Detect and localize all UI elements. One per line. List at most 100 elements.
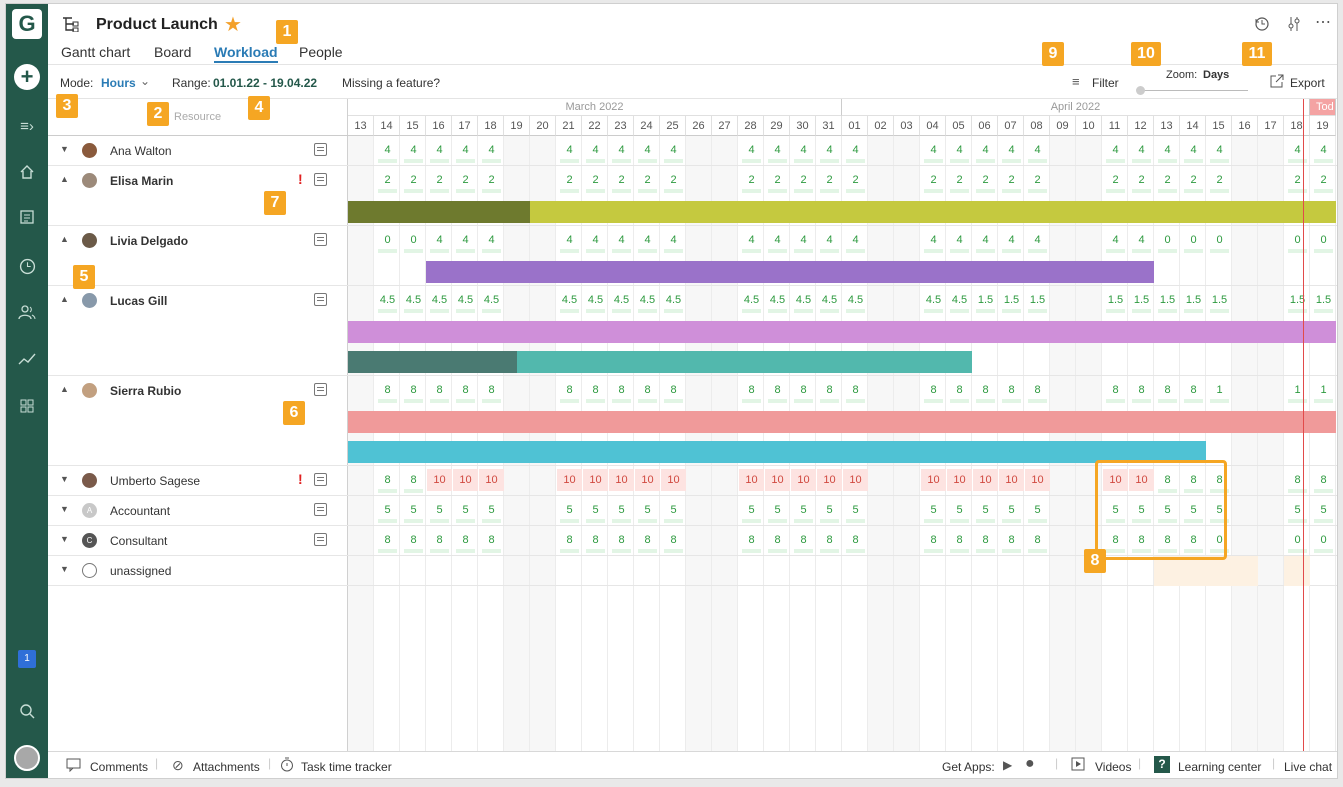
workload-cell[interactable]: 5	[765, 499, 790, 523]
workload-cell[interactable]: 2	[947, 169, 972, 193]
google-play-icon[interactable]: ▶	[1003, 758, 1012, 772]
workload-cell[interactable]: 8	[375, 469, 400, 493]
calendar-icon[interactable]	[314, 233, 327, 246]
workload-cell[interactable]: 5	[583, 499, 608, 523]
workload-cell[interactable]: 8	[921, 379, 946, 403]
workload-cell[interactable]: 8	[765, 529, 790, 553]
workload-cell[interactable]: 4	[739, 139, 764, 163]
task-bar[interactable]	[348, 351, 517, 373]
workload-cell[interactable]: 4	[973, 139, 998, 163]
workload-cell[interactable]: 5	[427, 499, 452, 523]
calendar-icon[interactable]	[314, 473, 327, 486]
expand-menu-icon[interactable]: ≡›	[6, 116, 48, 136]
workload-cell[interactable]: 4	[401, 139, 426, 163]
resource-row[interactable]: ▼ Ana Walton	[48, 136, 348, 166]
workload-cell[interactable]: 4	[817, 229, 842, 253]
videos-button[interactable]: Videos	[1095, 760, 1131, 774]
workload-cell[interactable]: 4	[947, 139, 972, 163]
more-options-icon[interactable]: ⋯	[1315, 12, 1331, 32]
workload-cell[interactable]: 4	[661, 139, 686, 163]
workload-cell[interactable]: 4	[479, 139, 504, 163]
workload-cell[interactable]: 4	[765, 229, 790, 253]
workload-cell[interactable]: 1.5	[1129, 289, 1154, 313]
workload-cell[interactable]: 8	[635, 379, 660, 403]
workload-cell[interactable]: 4.5	[609, 289, 634, 313]
workload-cell[interactable]: 8	[791, 529, 816, 553]
calendar-icon[interactable]	[314, 293, 327, 306]
workload-cell[interactable]: 4.5	[427, 289, 452, 313]
workload-cell[interactable]: 8	[739, 379, 764, 403]
workload-cell[interactable]: 4.5	[375, 289, 400, 313]
workload-cell[interactable]: 0	[1311, 529, 1336, 553]
workload-cell[interactable]: 8	[557, 379, 582, 403]
workload-cell[interactable]: 5	[921, 499, 946, 523]
chevron-up-icon[interactable]: ▲	[60, 294, 69, 304]
workload-cell[interactable]: 1.5	[973, 289, 998, 313]
workload-cell[interactable]: 4	[947, 229, 972, 253]
task-bar[interactable]	[348, 321, 1336, 343]
workload-cell[interactable]: 5	[973, 499, 998, 523]
workload-cell[interactable]: 8	[583, 529, 608, 553]
workload-cell[interactable]: 10	[739, 469, 764, 491]
workload-cell[interactable]: 5	[609, 499, 634, 523]
tab-gantt-chart[interactable]: Gantt chart	[61, 44, 130, 60]
workload-cell[interactable]: 4.5	[843, 289, 868, 313]
history-icon[interactable]	[1254, 16, 1270, 37]
home-icon[interactable]	[6, 162, 48, 182]
workload-cell[interactable]: 8	[843, 379, 868, 403]
workload-cell[interactable]: 1	[1311, 379, 1336, 403]
workload-cell[interactable]: 5	[375, 499, 400, 523]
workload-cell[interactable]: 2	[739, 169, 764, 193]
workload-cell[interactable]: 2	[999, 169, 1024, 193]
workload-cell[interactable]: 4	[427, 139, 452, 163]
task-bar[interactable]	[348, 201, 530, 223]
settings-sliders-icon[interactable]	[1286, 16, 1302, 37]
workload-cell[interactable]: 4.5	[739, 289, 764, 313]
workload-cell[interactable]: 4	[661, 229, 686, 253]
resource-row[interactable]: ▼ Umberto Sagese!	[48, 466, 348, 496]
workload-cell[interactable]: 5	[791, 499, 816, 523]
workload-cell[interactable]: 4	[843, 229, 868, 253]
tab-people[interactable]: People	[299, 44, 343, 60]
workload-cell[interactable]: 4.5	[583, 289, 608, 313]
workload-cell[interactable]: 10	[635, 469, 660, 491]
workload-cell[interactable]: 4	[1311, 139, 1336, 163]
calendar-icon[interactable]	[314, 143, 327, 156]
workload-cell[interactable]: 8	[791, 379, 816, 403]
workload-cell[interactable]: 1.5	[1207, 289, 1232, 313]
workload-cell[interactable]: 2	[817, 169, 842, 193]
user-avatar[interactable]	[14, 745, 40, 771]
workload-cell[interactable]: 2	[1311, 169, 1336, 193]
learning-center-button[interactable]: Learning center	[1178, 760, 1261, 774]
workload-cell[interactable]: 5	[817, 499, 842, 523]
workload-cell[interactable]: 2	[401, 169, 426, 193]
workload-cell[interactable]: 8	[947, 379, 972, 403]
search-icon[interactable]	[6, 701, 48, 721]
workload-cell[interactable]: 1.5	[1155, 289, 1180, 313]
workload-cell[interactable]: 8	[973, 529, 998, 553]
workload-cell[interactable]: 5	[479, 499, 504, 523]
workload-cell[interactable]: 4	[921, 139, 946, 163]
workload-cell[interactable]: 8	[1285, 469, 1310, 493]
workload-cell[interactable]: 8	[1311, 469, 1336, 493]
export-icon[interactable]	[1270, 74, 1284, 91]
workload-cell[interactable]: 4	[557, 229, 582, 253]
workload-cell[interactable]: 8	[1155, 379, 1180, 403]
workload-cell[interactable]: 2	[1285, 169, 1310, 193]
workload-cell[interactable]: 8	[843, 529, 868, 553]
workload-cell[interactable]: 8	[739, 529, 764, 553]
workload-cell[interactable]: 8	[817, 529, 842, 553]
workload-cell[interactable]: 4.5	[791, 289, 816, 313]
workload-cell[interactable]: 2	[1181, 169, 1206, 193]
chevron-down-icon[interactable]: ▼	[60, 474, 69, 484]
analytics-icon[interactable]	[6, 349, 48, 369]
workload-cell[interactable]: 0	[375, 229, 400, 253]
workload-cell[interactable]: 2	[921, 169, 946, 193]
workload-cell[interactable]: 4.5	[947, 289, 972, 313]
workload-cell[interactable]: 5	[453, 499, 478, 523]
workload-cell[interactable]: 4.5	[921, 289, 946, 313]
workload-cell[interactable]: 2	[1103, 169, 1128, 193]
workload-cell[interactable]: 2	[843, 169, 868, 193]
workload-cell[interactable]: 5	[947, 499, 972, 523]
workload-cell[interactable]: 8	[453, 379, 478, 403]
